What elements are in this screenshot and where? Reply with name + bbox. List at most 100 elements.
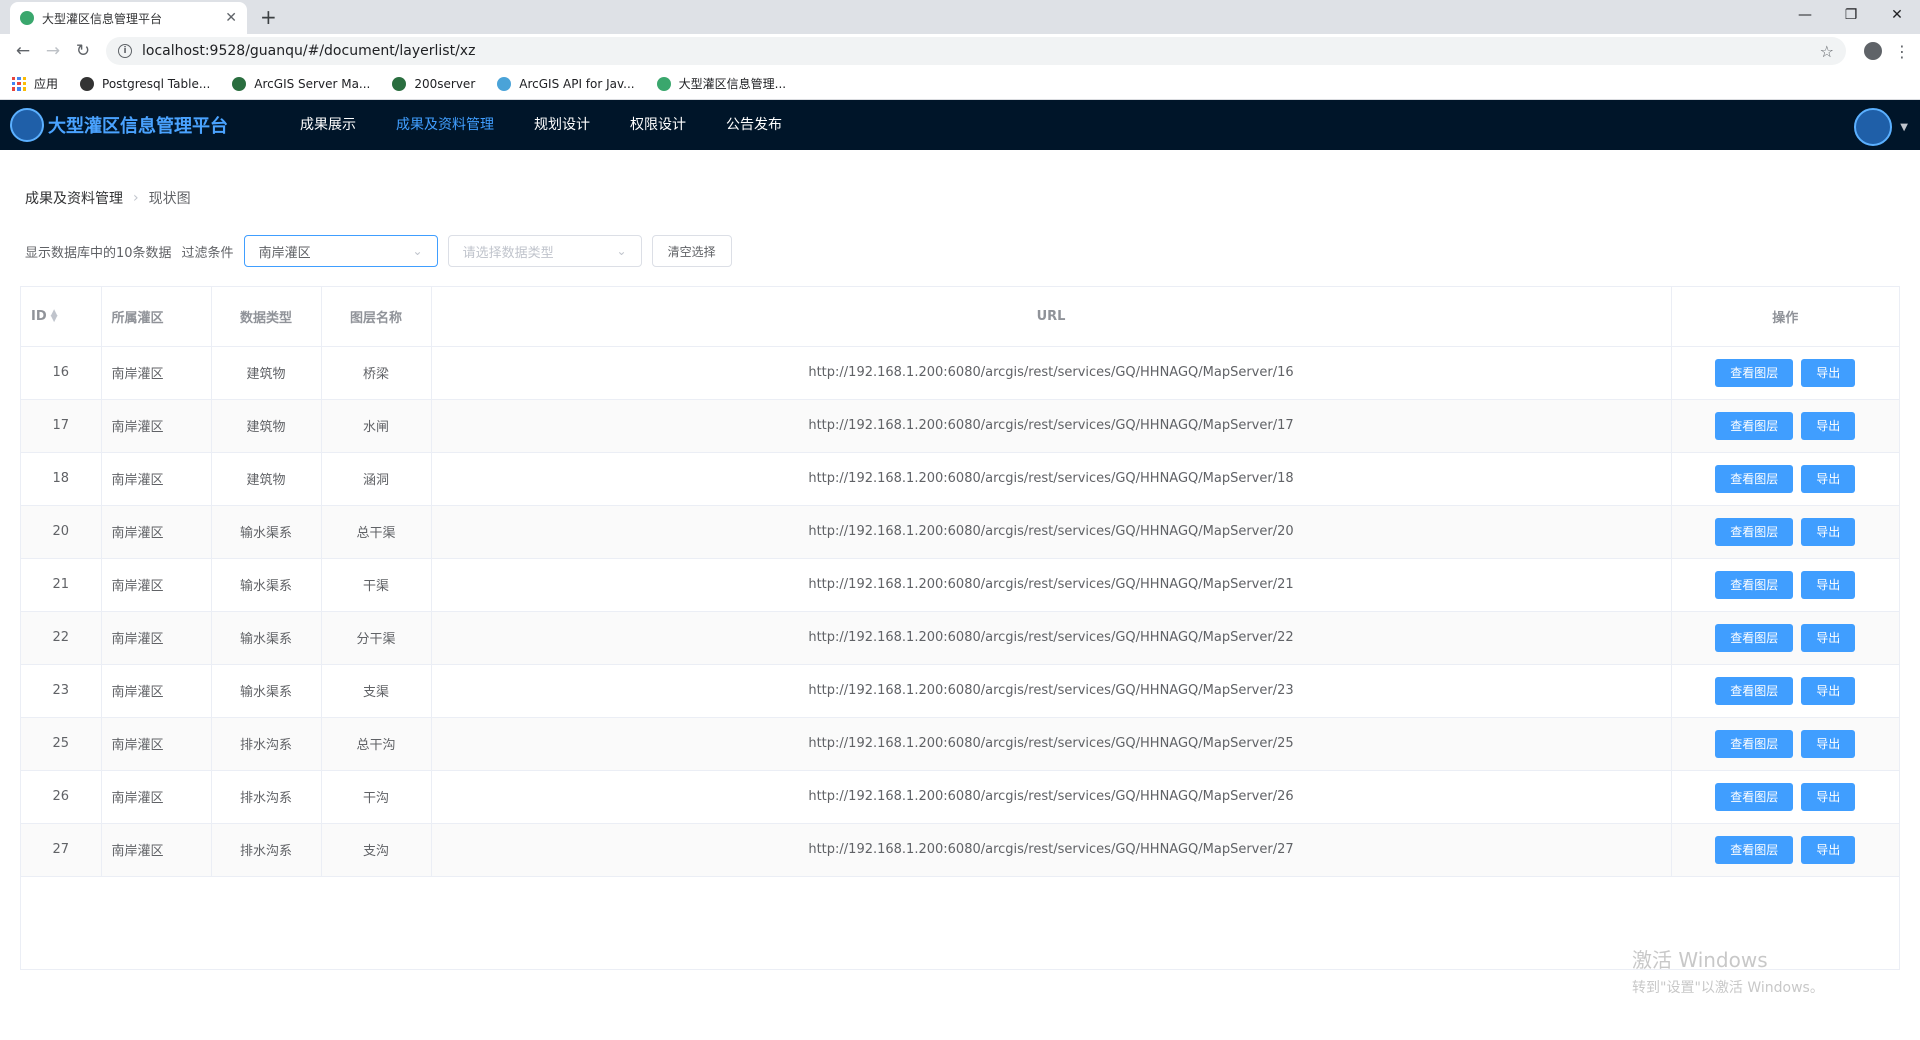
avatar[interactable] [1854,108,1893,146]
export-button[interactable]: 导出 [1801,517,1856,546]
minimize-button[interactable]: — [1782,0,1828,30]
bookmark-platform[interactable]: 大型灌区信息管理... [656,75,786,92]
forward-icon[interactable]: → [38,41,68,61]
column-header-id[interactable]: ID ▲ ▼ [21,287,102,347]
cell-type: 输水渠系 [211,505,322,559]
export-button[interactable]: 导出 [1801,676,1856,705]
table-row: 22 南岸灌区 输水渠系 分干渠 http://192.168.1.200:6080/a… [21,611,1899,665]
column-header-type: 数据类型 [211,287,322,347]
close-icon[interactable]: ✕ [225,10,237,26]
star-icon[interactable]: ☆ [1820,42,1834,61]
globe-icon [392,76,407,91]
cell-area: 南岸灌区 [101,399,212,453]
cell-actions: 查看图层 导出 [1671,823,1899,877]
browser-tab[interactable]: 大型灌区信息管理平台 ✕ [10,2,247,34]
table-row: 21 南岸灌区 输水渠系 干渠 http://192.168.1.200:6080/ar… [21,558,1899,612]
menu-icon[interactable]: ⋮ [1892,42,1912,61]
bookmark-arcgis-server[interactable]: ArcGIS Server Ma... [232,76,371,91]
app-header: 大型灌区信息管理平台 成果展示 成果及资料管理 规划设计 权限设计 公告发布 ▼ [0,100,1920,150]
new-tab-button[interactable]: + [260,5,277,29]
nav-item-planning[interactable]: 规划设计 [514,100,610,150]
cell-id: 18 [21,452,102,506]
user-menu[interactable]: ▼ [1854,108,1908,146]
cell-name: 涵洞 [321,452,432,506]
cell-id: 17 [21,399,102,453]
type-select-placeholder: 请选择数据类型 [462,245,554,261]
table-row: 18 南岸灌区 建筑物 涵洞 http://192.168.1.200:6080/arc… [21,452,1899,506]
cell-url: http://192.168.1.200:6080/arcgis/rest/se… [431,399,1672,453]
export-button[interactable]: 导出 [1801,464,1856,493]
bookmark-label: ArcGIS Server Ma... [254,76,371,91]
area-select[interactable]: 南岸灌区 ⌄ [243,235,438,267]
breadcrumb-item-data-management[interactable]: 成果及资料管理 [25,188,123,208]
caret-down-icon[interactable]: ▼ [1900,122,1908,133]
view-layer-button[interactable]: 查看图层 [1715,517,1794,546]
breadcrumb-item-current: 现状图 [148,191,191,207]
column-header-area: 所属灌区 [101,287,212,347]
window-controls: — ❐ ✕ [1782,0,1920,30]
info-icon[interactable]: i [118,44,132,58]
table-row: 26 南岸灌区 排水沟系 干沟 http://192.168.1.200:6080/ar… [21,770,1899,824]
clear-selection-button[interactable]: 清空选择 [651,235,732,267]
export-button[interactable]: 导出 [1801,835,1856,864]
sort-icon[interactable]: ▲ ▼ [51,309,58,324]
cell-id: 22 [21,611,102,665]
url-input[interactable]: i localhost:9528/guanqu/#/document/layer… [106,37,1846,65]
view-layer-button[interactable]: 查看图层 [1715,358,1794,387]
nav-item-permissions[interactable]: 权限设计 [610,100,706,150]
export-button[interactable]: 导出 [1801,782,1856,811]
window-close-button[interactable]: ✕ [1874,0,1920,30]
view-layer-button[interactable]: 查看图层 [1715,782,1794,811]
column-header-url: URL [431,287,1672,347]
record-count-text: 显示数据库中的10条数据 [25,245,172,261]
bookmark-label: ArcGIS API for Jav... [519,76,635,91]
cell-area: 南岸灌区 [101,717,212,771]
watermark-subtitle: 转到"设置"以激活 Windows。 [1632,980,1824,996]
cell-url: http://192.168.1.200:6080/arcgis/rest/se… [431,664,1672,718]
bookmark-200server[interactable]: 200server [392,76,475,91]
cell-actions: 查看图层 导出 [1671,664,1899,718]
table-row: 25 南岸灌区 排水沟系 总干沟 http://192.168.1.200:6080/a… [21,717,1899,771]
export-button[interactable]: 导出 [1801,729,1856,758]
bookmark-arcgis-api[interactable]: ArcGIS API for Jav... [497,76,635,91]
view-layer-button[interactable]: 查看图层 [1715,623,1794,652]
bookmark-apps[interactable]: 应用 [12,75,58,92]
view-layer-button[interactable]: 查看图层 [1715,411,1794,440]
table-row: 20 南岸灌区 输水渠系 总干渠 http://192.168.1.200:6080/a… [21,505,1899,559]
url-text[interactable]: localhost:9528/guanqu/#/document/layerli… [142,43,1820,59]
nav-item-results[interactable]: 成果展示 [280,100,376,150]
app-title[interactable]: 大型灌区信息管理平台 [48,112,228,138]
export-button[interactable]: 导出 [1801,358,1856,387]
cell-name: 干渠 [321,558,432,612]
view-layer-button[interactable]: 查看图层 [1715,835,1794,864]
bookmark-label: Postgresql Table... [102,76,211,91]
profile-icon[interactable] [1864,42,1882,60]
cell-actions: 查看图层 导出 [1671,558,1899,612]
export-button[interactable]: 导出 [1801,623,1856,652]
cell-name: 分干渠 [321,611,432,665]
cell-id: 23 [21,664,102,718]
address-bar: ← → ↻ i localhost:9528/guanqu/#/document… [0,34,1920,68]
arcgis-icon [497,76,512,91]
main-nav: 成果展示 成果及资料管理 规划设计 权限设计 公告发布 [280,100,802,150]
type-select[interactable]: 请选择数据类型 ⌄ [447,235,642,267]
cell-type: 建筑物 [211,452,322,506]
export-button[interactable]: 导出 [1801,411,1856,440]
cell-type: 建筑物 [211,346,322,400]
restore-button[interactable]: ❐ [1828,0,1874,30]
breadcrumb: 成果及资料管理 › 现状图 [20,174,1900,222]
cell-name: 总干沟 [321,717,432,771]
view-layer-button[interactable]: 查看图层 [1715,570,1794,599]
back-icon[interactable]: ← [8,41,38,61]
bookmark-postgresql[interactable]: Postgresql Table... [80,76,211,91]
nav-item-announcements[interactable]: 公告发布 [706,100,802,150]
view-layer-button[interactable]: 查看图层 [1715,464,1794,493]
view-layer-button[interactable]: 查看图层 [1715,676,1794,705]
cell-type: 输水渠系 [211,611,322,665]
cell-id: 16 [21,346,102,400]
nav-item-data-management[interactable]: 成果及资料管理 [376,100,514,150]
view-layer-button[interactable]: 查看图层 [1715,729,1794,758]
export-button[interactable]: 导出 [1801,570,1856,599]
reload-icon[interactable]: ↻ [68,41,98,61]
cell-area: 南岸灌区 [101,611,212,665]
